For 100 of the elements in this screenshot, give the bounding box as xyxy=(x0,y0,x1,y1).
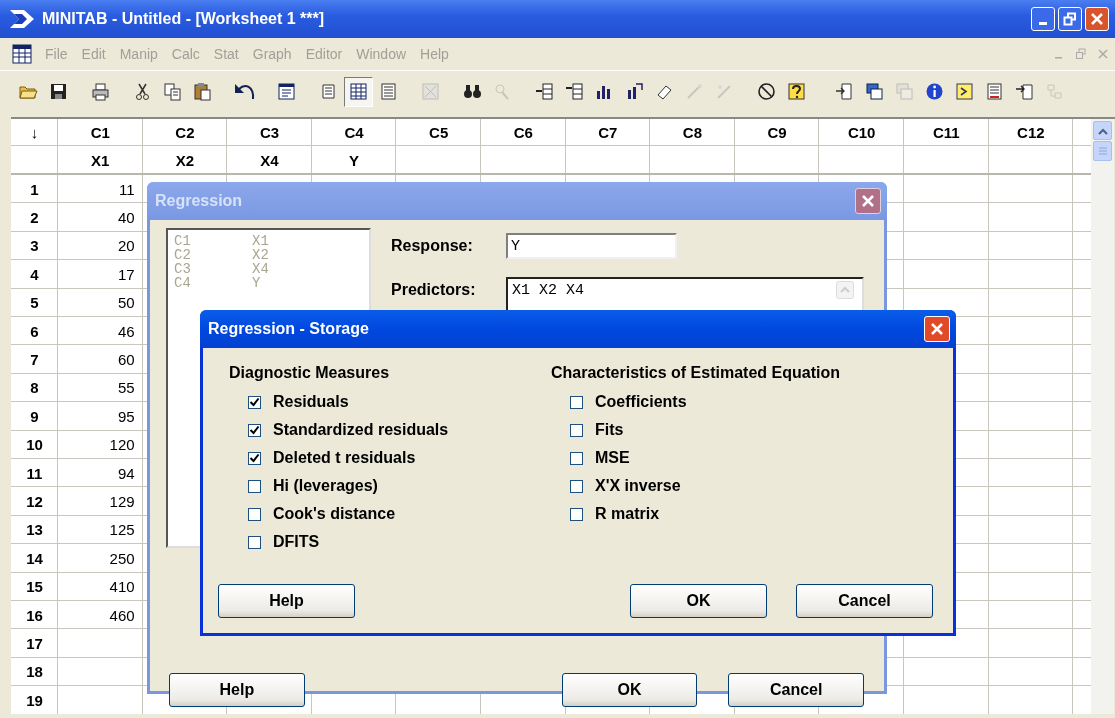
dialog-button[interactable]: Help xyxy=(218,584,355,618)
dialog-button[interactable]: OK xyxy=(630,584,767,618)
column-name[interactable]: X1 xyxy=(91,152,110,169)
column-header[interactable]: C2 xyxy=(175,124,195,141)
checkbox[interactable] xyxy=(570,479,583,493)
response-label: Response: xyxy=(391,236,474,255)
table-cell: 46 xyxy=(117,322,135,340)
column-header[interactable]: C10 xyxy=(847,124,876,141)
save-icon xyxy=(48,81,69,102)
checkbox-label[interactable]: DFITS xyxy=(273,533,320,551)
checkbox-label[interactable]: X'X inverse xyxy=(595,477,681,495)
report-icon xyxy=(984,81,1005,102)
column-header[interactable]: C11 xyxy=(932,124,960,141)
table-cell: 60 xyxy=(117,351,135,369)
row-number[interactable]: 8 xyxy=(30,379,39,397)
table-cell: 17 xyxy=(117,265,135,283)
undo-icon xyxy=(234,81,255,102)
row-number[interactable]: 10 xyxy=(26,436,43,454)
column-name[interactable]: Y xyxy=(349,152,360,169)
print-icon xyxy=(90,81,111,102)
column-header[interactable]: C5 xyxy=(429,124,449,141)
dialog-button[interactable]: Cancel xyxy=(796,584,933,618)
row-number[interactable]: 6 xyxy=(30,322,39,340)
table-cell: 20 xyxy=(117,237,135,255)
column-header[interactable]: C12 xyxy=(1017,124,1045,141)
check-icon xyxy=(249,424,260,436)
group-heading: Diagnostic Measures xyxy=(229,363,391,383)
row-number[interactable]: 13 xyxy=(26,521,43,539)
row-number[interactable]: 4 xyxy=(30,265,39,283)
column-header[interactable]: C3 xyxy=(259,124,280,141)
row-number[interactable]: 15 xyxy=(26,578,43,596)
checkbox[interactable] xyxy=(570,423,583,437)
column-header[interactable]: C7 xyxy=(598,124,618,141)
insert-rows-icon xyxy=(564,81,585,102)
checkbox[interactable] xyxy=(248,423,261,437)
checkbox-label[interactable]: R matrix xyxy=(595,505,660,523)
table-cell: 460 xyxy=(109,606,135,624)
predictors-label: Predictors: xyxy=(391,280,477,299)
column-header[interactable]: C6 xyxy=(513,124,533,141)
row-number[interactable]: 16 xyxy=(26,606,43,624)
checkbox-label[interactable]: Fits xyxy=(595,421,624,439)
worksheet-button[interactable] xyxy=(344,76,373,107)
dialog-title: Regression xyxy=(155,192,243,210)
checkbox-label[interactable]: Coefficients xyxy=(595,393,687,411)
checkbox[interactable] xyxy=(570,395,583,409)
checkbox-label[interactable]: MSE xyxy=(595,449,630,467)
scroll-thumb[interactable] xyxy=(1093,141,1113,161)
checkbox-label[interactable]: Hi (leverages) xyxy=(273,477,378,495)
checkbox-label[interactable]: Standardized residuals xyxy=(273,421,449,439)
row-number[interactable]: 17 xyxy=(26,634,43,652)
table-cell: 40 xyxy=(117,209,135,227)
row-number[interactable]: 9 xyxy=(30,407,39,425)
checkbox[interactable] xyxy=(248,395,261,409)
window-title: MINITAB - Untitled - [Worksheet 1 ***] xyxy=(42,10,325,28)
table-cell: 95 xyxy=(117,407,135,425)
column-header[interactable]: C4 xyxy=(344,124,364,141)
export-icon xyxy=(1014,81,1035,102)
table-cell: 50 xyxy=(117,294,135,312)
restore-button[interactable] xyxy=(1058,7,1082,31)
row-number[interactable]: 7 xyxy=(30,351,39,369)
worksheet-icon[interactable] xyxy=(12,44,32,64)
row-number[interactable]: 12 xyxy=(26,493,43,510)
checkbox-label[interactable]: Deleted t residuals xyxy=(273,449,416,467)
close-icon xyxy=(861,194,875,208)
insert-cells-icon xyxy=(534,81,555,102)
checkbox[interactable] xyxy=(248,451,261,465)
document-icon xyxy=(378,81,399,102)
row-number[interactable]: 3 xyxy=(30,237,39,255)
row-number[interactable]: 11 xyxy=(26,464,43,482)
row-number[interactable]: 19 xyxy=(26,691,43,709)
check-icon xyxy=(249,396,260,408)
windows-icon xyxy=(894,81,915,102)
cancel-icon xyxy=(756,81,777,102)
minimize-button[interactable] xyxy=(1031,7,1055,31)
checkbox[interactable] xyxy=(570,507,583,521)
table-cell: 250 xyxy=(109,549,135,567)
checkbox[interactable] xyxy=(248,507,261,521)
column-header[interactable]: C9 xyxy=(767,124,787,141)
column-name[interactable]: X2 xyxy=(175,152,195,169)
help-icon xyxy=(786,81,807,102)
checkbox[interactable] xyxy=(248,535,261,549)
row-number[interactable]: 18 xyxy=(26,663,43,681)
paste-icon xyxy=(192,81,213,102)
column-header[interactable]: C1 xyxy=(90,124,110,141)
row-number[interactable]: 1 xyxy=(30,180,39,198)
row-number[interactable]: 14 xyxy=(26,549,43,567)
checkbox[interactable] xyxy=(248,479,261,493)
scroll-up-button[interactable] xyxy=(1093,121,1113,140)
checkbox-label[interactable]: Cook's distance xyxy=(273,505,396,523)
checkbox-label[interactable]: Residuals xyxy=(273,393,349,411)
row-number[interactable]: 2 xyxy=(30,209,39,227)
checkbox[interactable] xyxy=(570,451,583,465)
row-number[interactable]: 5 xyxy=(30,294,39,312)
sort-arrow[interactable]: ↓ xyxy=(30,124,39,141)
column-name[interactable]: X4 xyxy=(260,152,279,169)
info-icon xyxy=(924,81,945,102)
table-cell: 125 xyxy=(109,521,135,539)
import-icon xyxy=(834,81,855,102)
check-icon xyxy=(249,452,260,464)
column-header[interactable]: C8 xyxy=(682,124,703,141)
